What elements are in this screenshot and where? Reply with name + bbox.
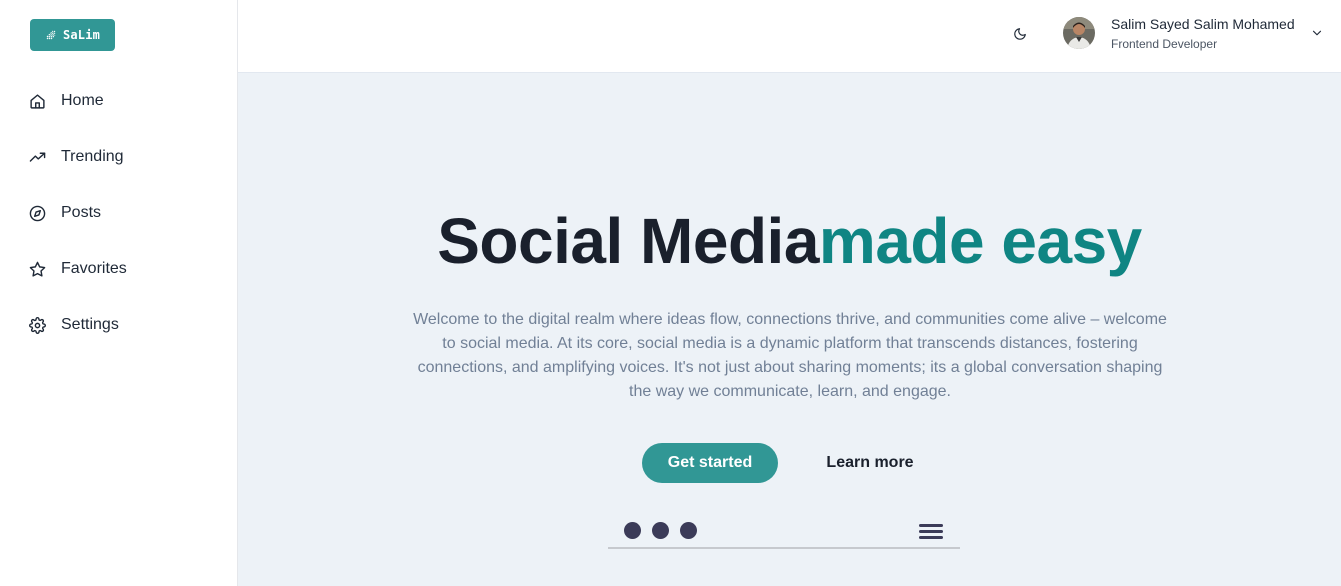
star-icon xyxy=(29,261,46,277)
window-dot xyxy=(680,522,697,539)
sidebar-item-settings[interactable]: Settings xyxy=(0,297,237,353)
avatar[interactable] xyxy=(1063,17,1095,49)
compass-icon xyxy=(29,205,46,221)
brand-logo[interactable]: SaLim xyxy=(30,19,115,51)
sidebar-item-label: Favorites xyxy=(61,260,127,277)
browser-mockup xyxy=(608,511,960,551)
hamburger-menu-icon xyxy=(919,524,943,540)
theme-toggle-button[interactable] xyxy=(1010,24,1030,44)
hero-title: Social Mediamade easy xyxy=(238,203,1341,279)
sidebar-item-favorites[interactable]: Favorites xyxy=(0,241,237,297)
sidebar-item-label: Home xyxy=(61,92,104,109)
gear-icon xyxy=(29,316,46,334)
learn-more-button[interactable]: Learn more xyxy=(810,443,930,483)
window-dot xyxy=(652,522,669,539)
sidebar-item-label: Posts xyxy=(61,204,102,221)
sidebar-item-label: Settings xyxy=(61,316,119,333)
hero-title-accent: made easy xyxy=(818,205,1142,277)
sidebar-item-label: Trending xyxy=(61,148,124,165)
window-dot xyxy=(624,522,641,539)
chevron-down-icon xyxy=(1312,30,1322,36)
get-started-button[interactable]: Get started xyxy=(642,443,778,483)
sparkle-logo-icon xyxy=(46,30,56,40)
trending-up-icon xyxy=(29,152,46,162)
mockup-divider xyxy=(608,547,960,549)
sidebar-item-home[interactable]: Home xyxy=(0,73,237,129)
sidebar-item-trending[interactable]: Trending xyxy=(0,129,237,185)
moon-icon xyxy=(1014,28,1026,40)
brand-name: SaLim xyxy=(62,28,101,42)
sidebar-nav: Home Trending Posts Favorites Settings xyxy=(0,73,237,353)
hero-description: Welcome to the digital realm where ideas… xyxy=(413,311,1167,400)
hero-title-main: Social Media xyxy=(437,205,819,277)
user-name: Salim Sayed Salim Mohamed xyxy=(1111,16,1295,32)
user-role: Frontend Developer xyxy=(1111,37,1218,51)
sidebar-item-posts[interactable]: Posts xyxy=(0,185,237,241)
home-icon xyxy=(30,93,45,109)
main-content: Social Mediamade easy Welcome to the dig… xyxy=(238,73,1341,586)
top-bar: Salim Sayed Salim Mohamed Frontend Devel… xyxy=(238,0,1341,73)
sidebar: SaLim Home Trending Posts Favorites Sett… xyxy=(0,0,238,586)
avatar-image xyxy=(1063,17,1095,49)
user-menu-toggle[interactable] xyxy=(1310,26,1324,40)
